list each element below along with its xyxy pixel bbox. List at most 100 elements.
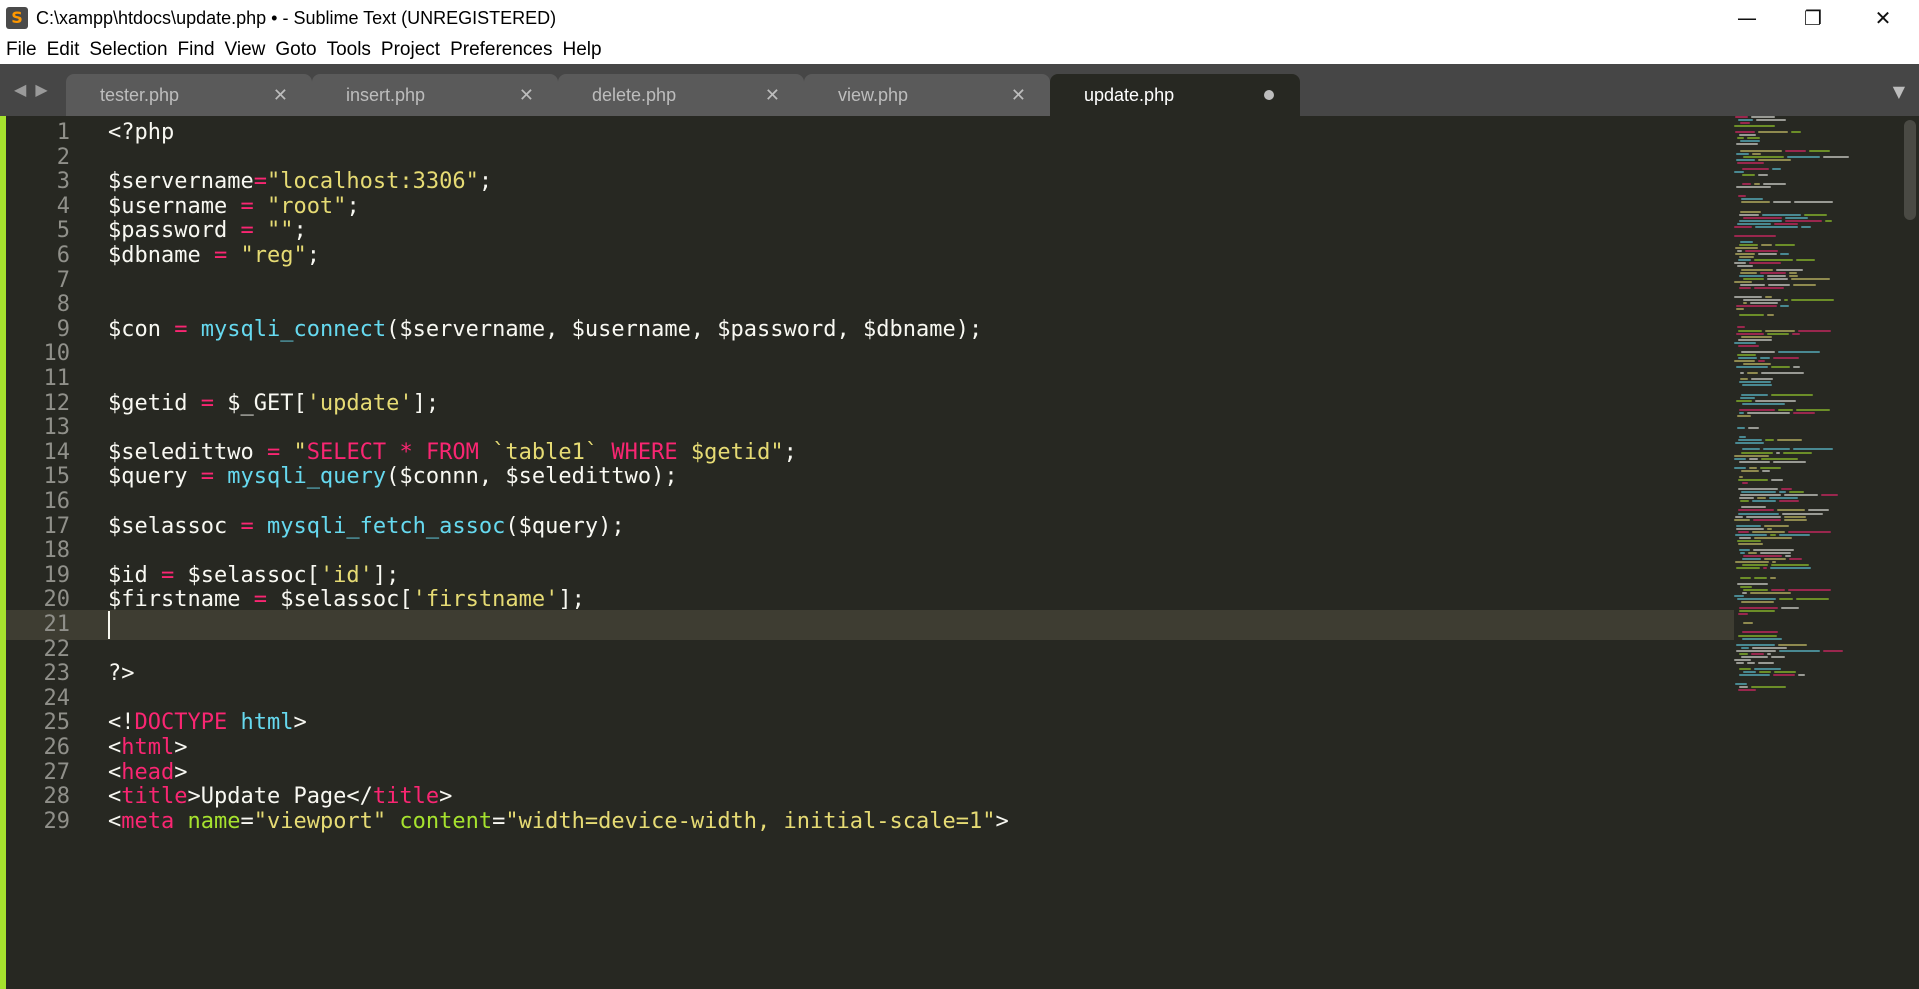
- minimap-code-row: [1779, 597, 1793, 600]
- code-token: ;: [478, 169, 493, 195]
- unsaved-dot-icon[interactable]: [1264, 90, 1274, 100]
- vertical-scrollbar[interactable]: [1904, 120, 1916, 220]
- code-token: ($servername, $username, $password, $dbn…: [386, 316, 983, 342]
- minimap-code-row: [1770, 533, 1776, 536]
- minimap-code-row: [1740, 149, 1782, 152]
- minimap-code-row: [1823, 155, 1849, 158]
- code-token: html: [121, 735, 175, 760]
- minimap-code-row: [1754, 668, 1781, 671]
- minimap-code-row: [1735, 561, 1769, 564]
- tab-navigation-arrows-icon[interactable]: ◀ ▶: [14, 80, 50, 99]
- tab-update-php[interactable]: update.php: [1050, 74, 1300, 116]
- menu-selection[interactable]: Selection: [89, 39, 167, 61]
- tab-insert-php[interactable]: insert.php ✕: [312, 74, 558, 116]
- code-editor[interactable]: 1 2 3 4 5 6 7 8 9 10 11 12 13 14 15 16 17 18 19 20 21 22 23 24 2…: [0, 116, 1919, 989]
- tab-list-dropdown-icon[interactable]: ▼: [1893, 82, 1905, 101]
- code-line[interactable]: <?php: [108, 118, 174, 148]
- menu-edit[interactable]: Edit: [47, 39, 80, 61]
- minimap-code-row: [1793, 411, 1815, 414]
- minimap-code-row: [1735, 247, 1758, 250]
- minimap[interactable]: [1734, 116, 1904, 989]
- minimap-code-row: [1789, 558, 1802, 561]
- minimap-code-row: [1739, 256, 1754, 259]
- menu-goto[interactable]: Goto: [275, 39, 316, 61]
- minimap-code-row: [1761, 457, 1798, 460]
- code-token: `table1`: [478, 439, 612, 465]
- minimap-code-row: [1758, 131, 1788, 134]
- code-line[interactable]: $selassoc = mysqli_fetch_assoc($query);: [108, 512, 625, 542]
- tab-close-icon[interactable]: ✕: [273, 85, 288, 106]
- minimap-code-row: [1740, 576, 1751, 579]
- code-token: =: [492, 808, 506, 834]
- code-token: "localhost:3306": [266, 169, 479, 195]
- tab-close-icon[interactable]: ✕: [765, 85, 780, 106]
- minimap-code-row: [1742, 173, 1755, 176]
- minimap-code-row: [1759, 671, 1771, 674]
- minimap-code-row: [1741, 335, 1772, 338]
- minimap-code-row: [1736, 186, 1771, 189]
- code-line[interactable]: $dbname = "reg";: [108, 241, 320, 271]
- minimap-code-row: [1788, 530, 1831, 533]
- close-button[interactable]: ✕: [1848, 0, 1918, 36]
- minimap-code-row: [1734, 125, 1775, 128]
- minimize-button[interactable]: —: [1712, 0, 1782, 36]
- tab-close-icon[interactable]: ✕: [519, 85, 534, 106]
- code-line[interactable]: <meta name="viewport" content="width=dev…: [108, 807, 1009, 837]
- code-area[interactable]: <?php $servername="localhost:3306"; $usern…: [108, 116, 1728, 989]
- minimap-code-row: [1740, 396, 1755, 399]
- code-line[interactable]: ?>: [108, 659, 135, 689]
- minimap-code-row: [1751, 378, 1773, 381]
- tab-view-php[interactable]: view.php ✕: [804, 74, 1050, 116]
- code-token: SELECT: [306, 439, 387, 465]
- menu-project[interactable]: Project: [381, 39, 440, 61]
- tab-close-icon[interactable]: ✕: [1011, 85, 1026, 106]
- code-token: FROM: [425, 439, 479, 465]
- menu-tools[interactable]: Tools: [327, 39, 371, 61]
- minimap-code-row: [1739, 244, 1758, 247]
- code-token: 'update': [306, 390, 413, 416]
- minimap-code-row: [1776, 451, 1780, 454]
- minimap-code-row: [1774, 671, 1796, 674]
- minimap-code-row: [1735, 131, 1755, 134]
- code-line[interactable]: $firstname = $selassoc['firstname'];: [108, 585, 585, 615]
- menu-find[interactable]: Find: [178, 39, 215, 61]
- minimap-code-row: [1761, 372, 1804, 375]
- code-token: "viewport": [253, 808, 387, 834]
- minimap-code-row: [1793, 283, 1816, 286]
- minimap-code-row: [1778, 408, 1793, 411]
- minimap-code-row: [1768, 283, 1790, 286]
- menu-help[interactable]: Help: [563, 39, 602, 61]
- maximize-button[interactable]: ❐: [1778, 0, 1848, 36]
- code-line[interactable]: $con = mysqli_connect($servername, $user…: [108, 315, 982, 345]
- minimap-code-row: [1734, 518, 1750, 521]
- minimap-code-row: [1785, 219, 1822, 222]
- menu-file[interactable]: File: [6, 39, 37, 61]
- minimap-code-row: [1741, 491, 1776, 494]
- minimap-code-row: [1760, 356, 1770, 359]
- minimap-code-row: [1741, 506, 1766, 509]
- code-line[interactable]: $query = mysqli_query($connn, $seledittw…: [108, 462, 678, 492]
- code-token: >: [293, 710, 307, 736]
- minimap-code-row: [1752, 530, 1785, 533]
- code-line[interactable]: $getid = $_GET['update'];: [108, 389, 439, 419]
- minimap-code-row: [1754, 286, 1784, 289]
- minimap-code-row: [1785, 216, 1808, 219]
- tab-delete-php[interactable]: delete.php ✕: [558, 74, 804, 116]
- menu-preferences[interactable]: Preferences: [450, 39, 552, 61]
- minimap-code-row: [1742, 384, 1772, 387]
- code-token: =: [266, 439, 281, 465]
- tab-label: delete.php: [592, 84, 677, 105]
- minimap-code-row: [1738, 329, 1762, 332]
- tab-tester-php[interactable]: tester.php ✕: [66, 74, 312, 116]
- minimap-code-row: [1743, 155, 1784, 158]
- minimap-code-row: [1739, 460, 1770, 463]
- minimap-code-row: [1798, 674, 1805, 677]
- minimap-code-row: [1747, 137, 1760, 140]
- minimap-code-row: [1756, 119, 1786, 122]
- menu-view[interactable]: View: [225, 39, 266, 61]
- minimap-code-row: [1735, 533, 1767, 536]
